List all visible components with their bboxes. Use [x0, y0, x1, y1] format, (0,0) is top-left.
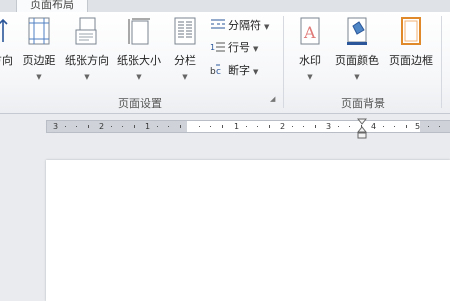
svg-text:1: 1 [210, 43, 215, 52]
page-orientation-icon [74, 16, 100, 46]
ruler-number: 2 [280, 122, 286, 131]
orientation-button[interactable]: 方向 [0, 16, 18, 68]
line-numbers-icon: 1 [210, 40, 226, 53]
paper-size-button[interactable]: 纸张大小 ▼ [114, 16, 164, 81]
ruler-number: 3 [53, 122, 59, 131]
ruler-number: 5 [415, 122, 421, 131]
chevron-down-icon: ▼ [253, 68, 259, 76]
horizontal-ruler[interactable]: 3 2 1 1 2 3 4 5 [46, 120, 450, 133]
ruler-number: 1 [145, 122, 151, 131]
chevron-down-icon: ▼ [36, 73, 42, 81]
watermark-icon: A [297, 16, 323, 46]
ruler-number: 1 [234, 122, 240, 131]
page-setup-group-label: 页面设置 [118, 97, 162, 110]
chevron-down-icon: ▼ [182, 73, 188, 81]
columns-icon [172, 16, 198, 46]
ruler-number: 4 [371, 122, 377, 131]
group-divider [283, 16, 284, 108]
ribbon: 方向 页边距 ▼ 纸张方向 ▼ 纸张大小 ▼ 分栏 ▼ 分隔符▼ 1行号 [0, 12, 450, 114]
line-numbers-button[interactable]: 1 行号 ▼ [210, 39, 258, 55]
group-divider [441, 16, 442, 108]
paint-bucket-icon [344, 16, 370, 46]
page-background-group-label: 页面背景 [341, 97, 385, 110]
ruler-left-margin [47, 121, 187, 132]
right-indent-marker[interactable] [356, 118, 368, 140]
chevron-down-icon: ▼ [354, 73, 360, 81]
page-borders-button[interactable]: 页面边框 [385, 16, 437, 68]
hyphenation-icon: bc [210, 63, 226, 77]
dialog-launcher-icon[interactable]: ◢ [270, 95, 278, 103]
chevron-down-icon: ▼ [84, 73, 90, 81]
page-color-button[interactable]: 页面颜色 ▼ [332, 16, 382, 81]
page-orientation-button[interactable]: 纸张方向 ▼ [62, 16, 112, 81]
chevron-down-icon: ▼ [136, 73, 142, 81]
ruler-right-margin [420, 121, 450, 132]
page-borders-icon [398, 16, 424, 46]
margins-button[interactable]: 页边距 ▼ [18, 16, 60, 81]
document-page[interactable] [46, 160, 450, 301]
ruler-number: 2 [99, 122, 105, 131]
svg-text:A: A [303, 23, 316, 42]
margins-icon [26, 16, 52, 46]
chevron-down-icon: ▼ [307, 73, 313, 81]
svg-text:c: c [216, 67, 221, 76]
breaks-button[interactable]: 分隔符 ▼ [210, 17, 269, 33]
paper-size-icon [126, 16, 152, 46]
breaks-icon [210, 18, 226, 31]
watermark-button[interactable]: A 水印 ▼ [292, 16, 328, 81]
ruler-number: 3 [326, 122, 332, 131]
chevron-down-icon: ▼ [253, 45, 259, 53]
columns-button[interactable]: 分栏 ▼ [168, 16, 202, 81]
chevron-down-icon: ▼ [264, 23, 270, 31]
orientation-icon [0, 16, 16, 46]
hyphenation-button[interactable]: b c 断字 ▼ [210, 62, 258, 78]
